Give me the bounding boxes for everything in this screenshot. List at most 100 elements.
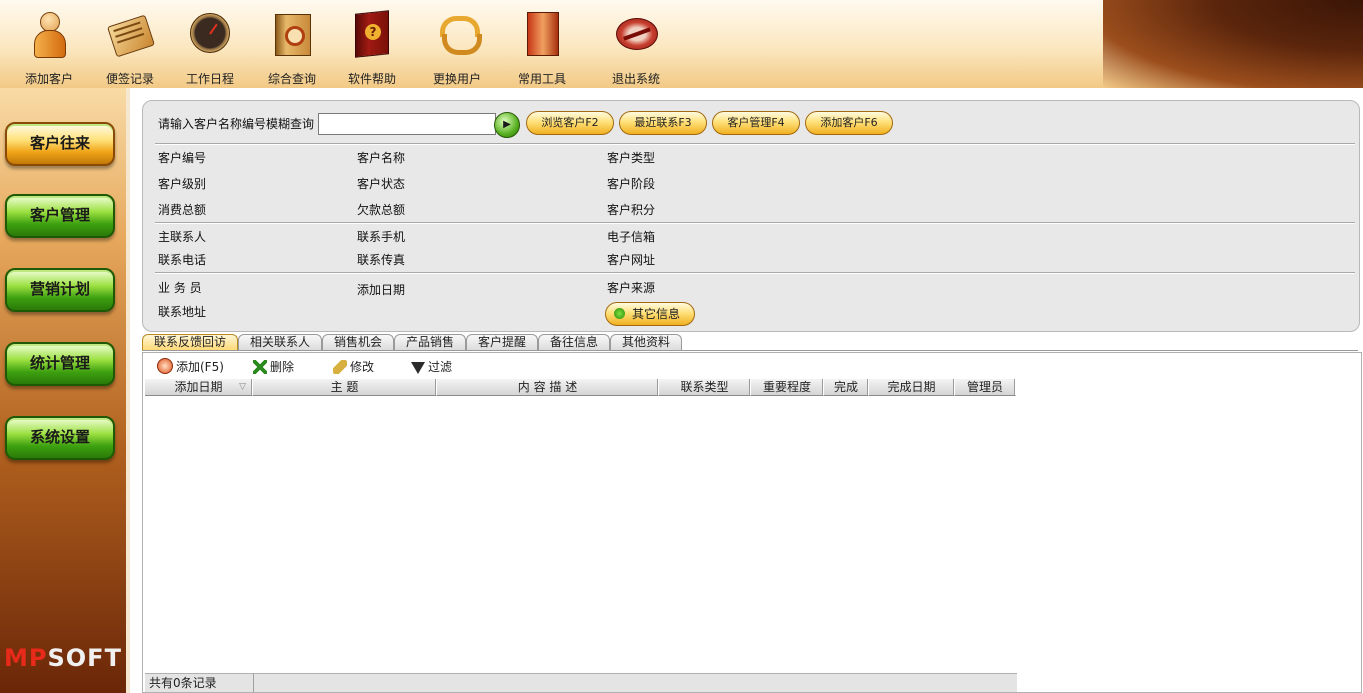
customer-info-panel: 请输入客户名称编号模糊查询 ▶ 浏览客户F2 最近联系F3 客户管理F4 添加客… [142, 100, 1360, 332]
tab-other-data[interactable]: 其他资料 [610, 334, 682, 350]
browse-customers-button[interactable]: 浏览客户F2 [526, 111, 614, 135]
field-customer-stage: 客户阶段 [607, 177, 656, 191]
switch-user-icon [434, 10, 482, 60]
logo-soft: SOFT [47, 644, 122, 672]
field-customer-name: 客户名称 [357, 151, 406, 165]
toolbar-tools-button[interactable]: 常用工具 [502, 6, 582, 86]
records-panel: 添加(F5) 删除 修改 过滤 添加日期 ▽ 主 题 内 容 描 述 联系类型 … [142, 352, 1362, 693]
notepad-icon [107, 10, 155, 60]
toolbar-label: 工作日程 [185, 72, 234, 86]
field-customer-type: 客户类型 [607, 151, 656, 165]
tab-baseline [142, 350, 1358, 351]
search-input[interactable] [318, 113, 496, 135]
delete-record-label: 删除 [270, 360, 295, 374]
toolbar-notepad-button[interactable]: 便签记录 [90, 6, 170, 86]
column-subject[interactable]: 主 题 [253, 379, 437, 396]
field-total-debt: 欠款总额 [357, 203, 406, 217]
tab-sales-opportunity[interactable]: 销售机会 [322, 334, 394, 350]
tab-product-sales[interactable]: 产品销售 [394, 334, 466, 350]
tab-contact-feedback[interactable]: 联系反馈回访 [142, 334, 238, 351]
other-info-label: 其它信息 [632, 307, 681, 321]
toolbar-schedule-button[interactable]: 工作日程 [170, 6, 250, 86]
clock-icon [187, 10, 233, 60]
delete-record-button[interactable]: 删除 [253, 358, 294, 375]
add-icon [157, 358, 173, 374]
toolbar-exit-button[interactable]: 退出系统 [596, 6, 676, 86]
main-edge [126, 88, 130, 693]
add-record-button[interactable]: 添加(F5) [157, 358, 224, 375]
field-phone: 联系电话 [158, 253, 207, 267]
toolbar-label: 便签记录 [105, 72, 154, 86]
toolbar-label: 常用工具 [517, 72, 566, 86]
field-address: 联系地址 [158, 305, 207, 319]
tab-related-contacts[interactable]: 相关联系人 [238, 334, 322, 350]
column-importance[interactable]: 重要程度 [751, 379, 824, 396]
edit-record-label: 修改 [350, 360, 375, 374]
exit-icon [613, 10, 659, 60]
field-customer-source: 客户来源 [607, 281, 656, 295]
column-description[interactable]: 内 容 描 述 [437, 379, 659, 396]
sidebar-item-customer-contact[interactable]: 客户往来 [5, 122, 115, 166]
sidebar-item-settings[interactable]: 系统设置 [5, 416, 115, 460]
customer-management-button[interactable]: 客户管理F4 [712, 111, 800, 135]
toolbar-add-customer-button[interactable]: 添加客户 [9, 6, 89, 86]
sidebar-item-marketing-plan[interactable]: 营销计划 [5, 268, 115, 312]
field-fax: 联系传真 [357, 253, 406, 267]
filter-button[interactable]: 过滤 [411, 358, 452, 375]
field-customer-points: 客户积分 [607, 203, 656, 217]
sidebar-item-statistics[interactable]: 统计管理 [5, 342, 115, 386]
edit-icon [333, 360, 347, 374]
recent-contacts-button[interactable]: 最近联系F3 [619, 111, 707, 135]
top-toolbar: 添加客户 便签记录 工作日程 综合查询 ? 软件帮助 更换用户 常用工具 退出系… [0, 0, 1363, 88]
search-go-button[interactable]: ▶ [494, 112, 520, 138]
tools-icon [519, 10, 565, 60]
help-book-icon: ? [349, 10, 395, 60]
field-mobile: 联系手机 [357, 230, 406, 244]
add-record-label: 添加(F5) [176, 360, 224, 374]
play-icon: ▶ [503, 119, 511, 130]
grid-footer: 共有0条记录 [145, 673, 1017, 692]
column-contact-type[interactable]: 联系类型 [659, 379, 751, 396]
add-customer-button[interactable]: 添加客户F6 [805, 111, 893, 135]
column-add-date[interactable]: 添加日期 ▽ [145, 379, 253, 396]
tab-notes[interactable]: 备往信息 [538, 334, 610, 350]
search-book-icon [269, 10, 315, 60]
main-area: 请输入客户名称编号模糊查询 ▶ 浏览客户F2 最近联系F3 客户管理F4 添加客… [126, 88, 1363, 693]
delete-icon [253, 360, 267, 374]
field-total-spend: 消费总额 [158, 203, 207, 217]
grid-body[interactable] [145, 397, 1359, 671]
filter-icon [411, 362, 425, 374]
column-admin[interactable]: 管理员 [955, 379, 1016, 396]
divider [155, 222, 1355, 224]
sort-icon: ▽ [239, 382, 246, 392]
field-email: 电子信箱 [607, 230, 656, 244]
field-website: 客户网址 [607, 253, 656, 267]
column-completion-date[interactable]: 完成日期 [869, 379, 955, 396]
toolbar-switch-user-button[interactable]: 更换用户 [417, 6, 497, 86]
sidebar: 客户往来 客户管理 营销计划 统计管理 系统设置 MPSOFT [0, 88, 126, 693]
grid-header: 添加日期 ▽ 主 题 内 容 描 述 联系类型 重要程度 完成 完成日期 管理员 [145, 379, 1017, 396]
filter-label: 过滤 [428, 360, 453, 374]
logo-mp: MP [4, 644, 48, 672]
field-main-contact: 主联系人 [158, 230, 207, 244]
toolbar-label: 退出系统 [611, 72, 660, 86]
toolbar-help-button[interactable]: ? 软件帮助 [332, 6, 412, 86]
column-completed[interactable]: 完成 [824, 379, 869, 396]
chevron-down-icon [614, 308, 625, 319]
column-label: 添加日期 [174, 380, 223, 394]
other-info-button[interactable]: 其它信息 [605, 302, 695, 326]
field-customer-status: 客户状态 [357, 177, 406, 191]
field-customer-level: 客户级别 [158, 177, 207, 191]
sidebar-item-customer-management[interactable]: 客户管理 [5, 194, 115, 238]
toolbar-label: 软件帮助 [347, 72, 396, 86]
toolbar-label: 更换用户 [432, 72, 481, 86]
toolbar-label: 添加客户 [24, 72, 73, 86]
tab-customer-reminder[interactable]: 客户提醒 [466, 334, 538, 350]
record-count: 共有0条记录 [145, 674, 254, 692]
divider [155, 143, 1355, 145]
grid-toolbar: 添加(F5) 删除 修改 过滤 [143, 353, 1361, 377]
edit-record-button[interactable]: 修改 [333, 358, 374, 375]
divider [155, 272, 1355, 274]
header-decoration [1103, 0, 1363, 88]
toolbar-query-button[interactable]: 综合查询 [252, 6, 332, 86]
